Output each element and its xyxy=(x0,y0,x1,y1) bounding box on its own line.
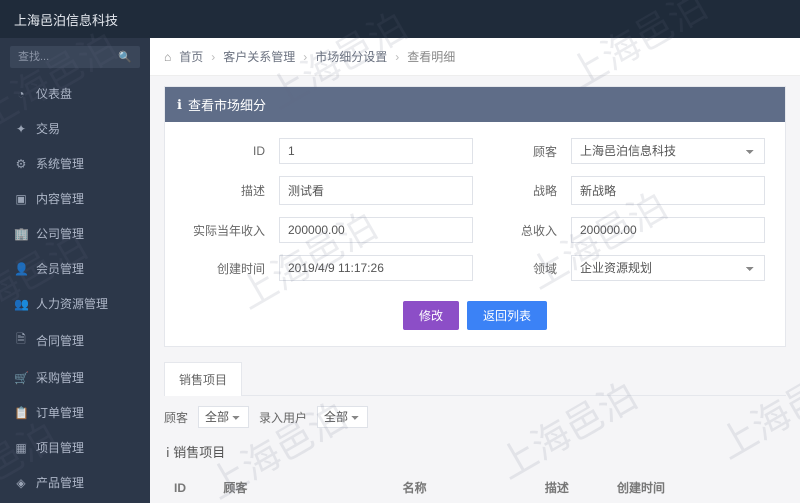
home-icon: ⌂ xyxy=(164,50,171,64)
filter-bar: 顾客 全部 录入用户 全部 xyxy=(164,406,786,428)
label-strategy: 战略 xyxy=(487,182,557,199)
value-create-time: 2019/4/9 11:17:26 xyxy=(279,255,473,281)
sidebar-icon: 🗎 xyxy=(14,330,28,351)
tab-strip: 销售项目 xyxy=(164,361,786,396)
col-time: 创建时间 xyxy=(607,471,786,503)
breadcrumb-sep: › xyxy=(303,50,307,64)
sidebar-item-4[interactable]: 🏢 公司管理 xyxy=(0,216,150,251)
label-id: ID xyxy=(185,144,265,158)
value-annual-rev: 200000.00 xyxy=(279,217,473,243)
label-customer: 顾客 xyxy=(487,143,557,160)
value-desc: 测试看 xyxy=(279,176,473,205)
sidebar: 🔍 ◔ 仪表盘 ✦ 交易 ⚙ 系统管理 ▣ 内容管理 🏢 公司管理 👤 会员管理 👥 人力资源管理 🗎 合同管… xyxy=(0,38,150,503)
sidebar-item-label: 系统管理 xyxy=(36,155,84,172)
col-id: ID xyxy=(164,471,213,503)
filter-user-select[interactable]: 全部 xyxy=(317,406,368,428)
value-strategy: 新战略 xyxy=(571,176,765,205)
sales-table: ID 顾客 名称 描述 创建时间 1上海邑泊信息科技执行销售计划00012019… xyxy=(164,471,786,503)
tab-sales-project[interactable]: 销售项目 xyxy=(164,362,242,396)
sidebar-icon: 📋 xyxy=(14,406,28,420)
sidebar-item-label: 合同管理 xyxy=(36,332,84,349)
breadcrumb-item-3: 查看明细 xyxy=(407,48,455,65)
brand-title: 上海邑泊信息科技 xyxy=(14,10,118,29)
search-icon: 🔍 xyxy=(118,51,132,64)
sidebar-item-2[interactable]: ⚙ 系统管理 xyxy=(0,146,150,181)
sidebar-item-label: 采购管理 xyxy=(36,369,84,386)
breadcrumb-item-1[interactable]: 客户关系管理 xyxy=(223,48,295,65)
sidebar-icon: 🏢 xyxy=(14,227,28,241)
sidebar-item-label: 人力资源管理 xyxy=(36,295,108,312)
sidebar-item-label: 会员管理 xyxy=(36,260,84,277)
sidebar-item-label: 内容管理 xyxy=(36,190,84,207)
label-annual-rev: 实际当年收入 xyxy=(185,222,265,239)
panel-title: 查看市场细分 xyxy=(188,95,266,114)
value-id: 1 xyxy=(279,138,473,164)
col-customer: 顾客 xyxy=(213,471,392,503)
filter-user-label: 录入用户 xyxy=(259,409,307,426)
sidebar-item-label: 项目管理 xyxy=(36,439,84,456)
sidebar-item-11[interactable]: ◈ 产品管理 xyxy=(0,465,150,500)
sidebar-icon: ✦ xyxy=(14,122,28,136)
sidebar-item-7[interactable]: 🗎 合同管理 xyxy=(0,321,150,360)
panel-header: ℹ 查看市场细分 xyxy=(165,87,785,122)
label-create-time: 创建时间 xyxy=(185,260,265,277)
sidebar-item-9[interactable]: 📋 订单管理 xyxy=(0,395,150,430)
sidebar-item-0[interactable]: ◔ 仪表盘 xyxy=(0,76,150,111)
label-desc: 描述 xyxy=(185,182,265,199)
col-name: 名称 xyxy=(393,471,535,503)
value-total-rev: 200000.00 xyxy=(571,217,765,243)
sidebar-item-label: 仪表盘 xyxy=(36,85,72,102)
select-customer[interactable]: 上海邑泊信息科技 xyxy=(571,138,765,164)
main-content: ⌂ 首页 › 客户关系管理 › 市场细分设置 › 查看明细 ℹ 查看市场细分 I… xyxy=(150,38,800,503)
label-total-rev: 总收入 xyxy=(487,222,557,239)
breadcrumb-sep: › xyxy=(211,50,215,64)
sidebar-item-10[interactable]: ▦ 项目管理 xyxy=(0,430,150,465)
sidebar-item-1[interactable]: ✦ 交易 xyxy=(0,111,150,146)
sidebar-item-label: 公司管理 xyxy=(36,225,84,242)
breadcrumb: ⌂ 首页 › 客户关系管理 › 市场细分设置 › 查看明细 xyxy=(150,38,800,76)
top-bar: 上海邑泊信息科技 xyxy=(0,0,800,38)
sidebar-item-5[interactable]: 👤 会员管理 xyxy=(0,251,150,286)
sidebar-item-label: 产品管理 xyxy=(36,474,84,491)
sidebar-icon: ◔ xyxy=(14,87,28,101)
breadcrumb-sep: › xyxy=(395,50,399,64)
modify-button[interactable]: 修改 xyxy=(403,301,459,330)
select-domain[interactable]: 企业资源规划 xyxy=(571,255,765,281)
sidebar-icon: ⚙ xyxy=(14,157,28,171)
sidebar-icon: ▦ xyxy=(14,441,28,455)
sidebar-icon: 👤 xyxy=(14,262,28,276)
sidebar-icon: ◈ xyxy=(14,476,28,490)
detail-panel: ℹ 查看市场细分 ID 1 顾客 上海邑泊信息科技 描述 测试看 战略 新战略 … xyxy=(164,86,786,347)
sidebar-item-8[interactable]: 🛒 采购管理 xyxy=(0,360,150,395)
sidebar-item-6[interactable]: 👥 人力资源管理 xyxy=(0,286,150,321)
sidebar-icon: 👥 xyxy=(14,297,28,311)
info-icon: ℹ xyxy=(177,97,182,113)
back-button[interactable]: 返回列表 xyxy=(467,301,547,330)
breadcrumb-home[interactable]: 首页 xyxy=(179,48,203,65)
breadcrumb-item-2[interactable]: 市场细分设置 xyxy=(315,48,387,65)
sidebar-item-3[interactable]: ▣ 内容管理 xyxy=(0,181,150,216)
sidebar-icon: 🛒 xyxy=(14,371,28,385)
label-domain: 领域 xyxy=(487,260,557,277)
section-title: ⅰ 销售项目 xyxy=(164,436,786,467)
sidebar-item-label: 交易 xyxy=(36,120,60,137)
sidebar-icon: ▣ xyxy=(14,192,28,206)
detail-form: ID 1 顾客 上海邑泊信息科技 描述 测试看 战略 新战略 实际当年收入 20… xyxy=(185,138,765,281)
filter-customer-select[interactable]: 全部 xyxy=(198,406,249,428)
sidebar-search: 🔍 xyxy=(0,38,150,76)
sidebar-item-label: 订单管理 xyxy=(36,404,84,421)
col-desc: 描述 xyxy=(535,471,607,503)
filter-customer-label: 顾客 xyxy=(164,409,188,426)
